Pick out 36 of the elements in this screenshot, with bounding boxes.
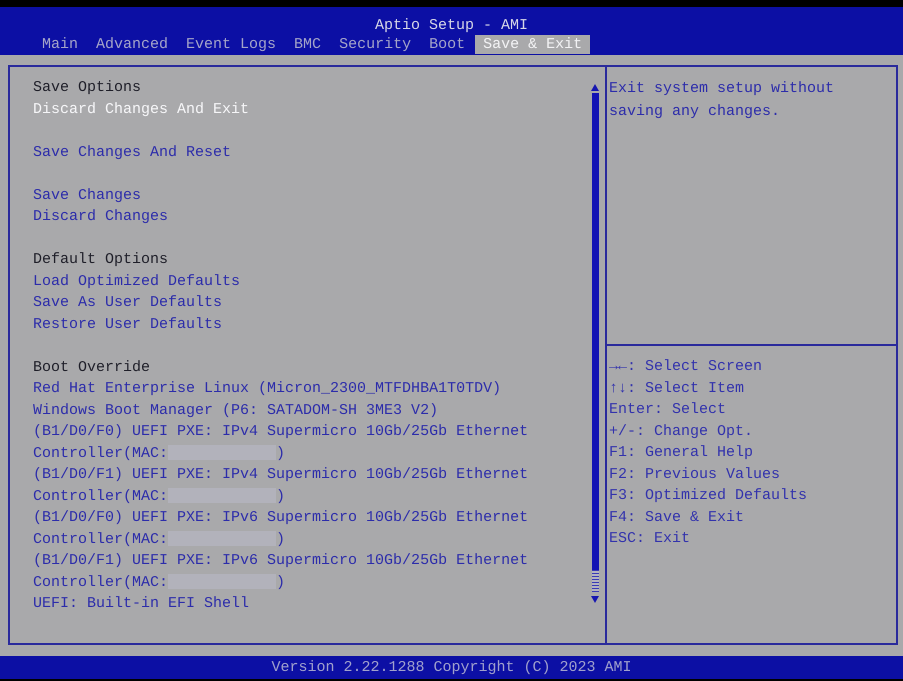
scroll-up-icon[interactable] (591, 84, 599, 91)
section-heading: Save Options (33, 78, 142, 98)
scroll-down-icon[interactable] (591, 596, 599, 603)
key-hint: Enter: Select (609, 400, 726, 420)
tab[interactable]: Security (331, 35, 420, 54)
tab[interactable]: BMC (286, 35, 330, 54)
menu-item[interactable]: (B1/D0/F0) UEFI PXE: IPv6 Supermicro 10Gb/25Gb Ethernet Controller(MAC: ) (33, 507, 573, 550)
menu-item[interactable]: (B1/D0/F0) UEFI PXE: IPv4 Supermicro 10Gb/25Gb Ethernet Controller(MAC: ) (33, 421, 573, 464)
section-heading: Boot Override (33, 358, 150, 378)
menu-item[interactable]: Discard Changes (33, 206, 168, 228)
key-hint: ESC: Exit (609, 529, 690, 549)
key-hint: ↑↓: Select Item (609, 378, 744, 398)
menu-item[interactable]: (B1/D0/F1) UEFI PXE: IPv4 Supermicro 10Gb/25Gb Ethernet Controller(MAC: ) (33, 464, 573, 507)
menu-item[interactable]: Restore User Defaults (33, 314, 222, 335)
menu-item[interactable]: Load Optimized Defaults (33, 270, 240, 292)
tab[interactable]: Advanced (88, 35, 176, 54)
tab[interactable]: Event Logs (178, 35, 284, 54)
help-text: Exit system setup without saving any changes. (609, 79, 836, 122)
key-hint: F1: General Help (609, 443, 754, 463)
window-title: Aptio Setup - AMI (374, 17, 528, 35)
key-hint: F3: Optimized Defaults (609, 486, 808, 506)
key-hint: +/-: Change Opt. (609, 422, 754, 442)
menu-item[interactable]: Save As User Defaults (33, 292, 222, 314)
menu-item[interactable]: Save Changes (33, 184, 142, 206)
menu-item[interactable]: (B1/D0/F1) UEFI PXE: IPv6 Supermicro 10Gb/25Gb Ethernet Controller(MAC: ) (33, 550, 573, 593)
key-hint: F2: Previous Values (609, 464, 780, 484)
tab[interactable]: Boot (421, 35, 474, 54)
key-hint: →←: Select Screen (609, 357, 762, 377)
tab[interactable]: Main (34, 35, 86, 54)
menu-item[interactable]: UEFI: Built-in EFI Shell (33, 593, 250, 614)
section-heading: Default Options (33, 250, 168, 270)
menu-item[interactable]: Windows Boot Manager (P6: SATADOM-SH 3ME3 V2) (33, 400, 438, 421)
menu-item[interactable]: Red Hat Enterprise Linux (Micron_2300_MTFDHBA1T0TDV) (33, 378, 502, 400)
version-text: Version 2.22.1288 Copyright (C) 2023 AMI (271, 658, 632, 678)
menu-item[interactable]: Save Changes And Reset (33, 142, 232, 163)
key-hint: F4: Save & Exit (609, 508, 744, 528)
